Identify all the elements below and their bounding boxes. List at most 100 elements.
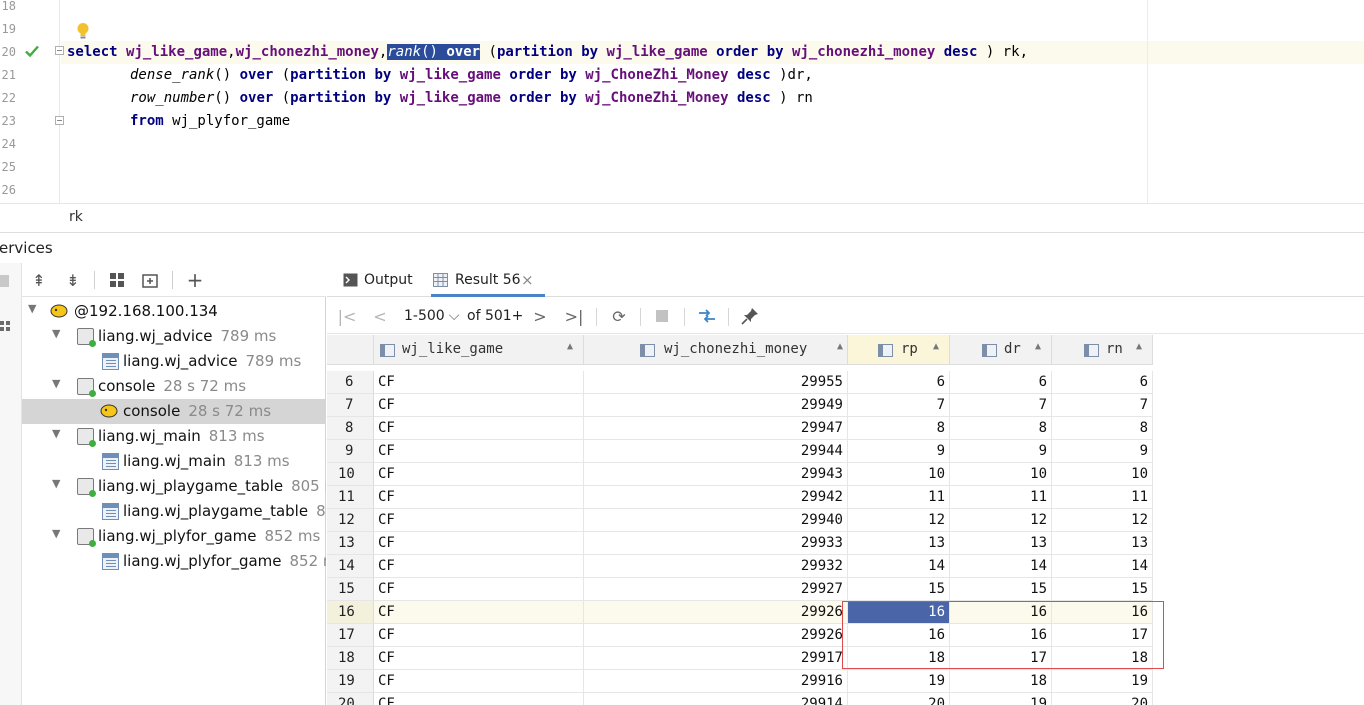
tree-node-session[interactable]: ▼ liang.wj_playgame_table805 ms: [22, 474, 326, 499]
table-cell[interactable]: CF: [374, 509, 584, 532]
row-number-cell[interactable]: 9: [327, 440, 374, 463]
row-number-cell[interactable]: 20: [327, 693, 374, 705]
table-cell[interactable]: 15: [1052, 578, 1153, 601]
table-cell[interactable]: 8: [848, 417, 950, 440]
table-cell[interactable]: 9: [848, 440, 950, 463]
table-cell[interactable]: 29942: [584, 486, 848, 509]
row-number-cell[interactable]: 18: [327, 647, 374, 670]
chevron-down-icon[interactable]: ▼: [52, 327, 60, 340]
table-cell[interactable]: 15: [848, 578, 950, 601]
chevron-down-icon[interactable]: ▼: [52, 477, 60, 490]
sort-icon[interactable]: ▲: [837, 341, 843, 352]
table-cell[interactable]: 29916: [584, 670, 848, 693]
collapse-all-icon[interactable]: ⇟: [62, 269, 84, 291]
table-cell[interactable]: CF: [374, 693, 584, 705]
lightbulb-icon[interactable]: [76, 22, 90, 40]
column-header-wj-chonezhi-money[interactable]: wj_chonezhi_money ▲: [584, 335, 848, 365]
tree-node-table[interactable]: liang.wj_main 813 ms: [22, 449, 326, 474]
tab-output[interactable]: Output: [341, 263, 425, 297]
row-number-cell[interactable]: 10: [327, 463, 374, 486]
code-line-21[interactable]: dense_rank() over (partition by wj_like_…: [130, 64, 813, 87]
table-cell[interactable]: 19: [950, 693, 1052, 705]
table-cell[interactable]: 7: [950, 394, 1052, 417]
row-number-cell[interactable]: 14: [327, 555, 374, 578]
tree-node-session[interactable]: ▼ console 28 s 72 ms: [22, 374, 326, 399]
table-cell[interactable]: 13: [950, 532, 1052, 555]
tree-node-session[interactable]: ▼ liang.wj_advice 789 ms: [22, 324, 326, 349]
table-cell[interactable]: 29927: [584, 578, 848, 601]
new-tab-icon[interactable]: [140, 269, 162, 291]
table-cell[interactable]: 14: [848, 555, 950, 578]
table-cell[interactable]: CF: [374, 670, 584, 693]
table-cell[interactable]: 18: [1052, 647, 1153, 670]
close-icon[interactable]: ×: [521, 271, 534, 289]
row-number-cell[interactable]: 16: [327, 601, 374, 624]
table-cell[interactable]: 29932: [584, 555, 848, 578]
table-cell[interactable]: 9: [1052, 440, 1153, 463]
stop-icon[interactable]: [0, 275, 9, 287]
table-cell[interactable]: 10: [848, 463, 950, 486]
table-cell[interactable]: CF: [374, 647, 584, 670]
table-cell[interactable]: 29943: [584, 463, 848, 486]
table-cell[interactable]: 9: [950, 440, 1052, 463]
table-cell[interactable]: 11: [848, 486, 950, 509]
breadcrumb[interactable]: rk: [0, 203, 1364, 231]
row-number-cell[interactable]: 7: [327, 394, 374, 417]
row-number-cell[interactable]: 17: [327, 624, 374, 647]
pin-icon[interactable]: [739, 305, 761, 327]
table-cell[interactable]: 19: [848, 670, 950, 693]
sort-icon[interactable]: ▲: [1136, 341, 1142, 352]
table-cell[interactable]: CF: [374, 417, 584, 440]
row-number-cell[interactable]: 12: [327, 509, 374, 532]
row-number-cell[interactable]: 13: [327, 532, 374, 555]
expand-all-icon[interactable]: ⇞: [28, 269, 50, 291]
row-number-cell[interactable]: 6: [327, 371, 374, 394]
row-number-cell[interactable]: 8: [327, 417, 374, 440]
fold-marker-icon[interactable]: [55, 46, 64, 55]
sort-icon[interactable]: ▲: [933, 341, 939, 352]
tab-result[interactable]: Result 56 ×: [431, 263, 545, 297]
table-cell[interactable]: 18: [950, 670, 1052, 693]
table-cell[interactable]: 6: [1052, 371, 1153, 394]
table-cell[interactable]: 29926: [584, 601, 848, 624]
table-cell[interactable]: 29947: [584, 417, 848, 440]
table-cell[interactable]: CF: [374, 624, 584, 647]
last-page-icon[interactable]: >|: [563, 305, 585, 327]
table-cell[interactable]: CF: [374, 440, 584, 463]
table-cell[interactable]: 16: [848, 601, 950, 624]
row-number-cell[interactable]: 19: [327, 670, 374, 693]
table-cell[interactable]: 16: [950, 624, 1052, 647]
column-header-wj-like-game[interactable]: wj_like_game ▲: [374, 335, 584, 365]
tree-node-table[interactable]: liang.wj_advice 789 ms: [22, 349, 326, 374]
table-cell[interactable]: 6: [848, 371, 950, 394]
stop-icon[interactable]: [651, 305, 673, 327]
sort-icon[interactable]: ▲: [1035, 341, 1041, 352]
table-cell[interactable]: 29944: [584, 440, 848, 463]
table-cell[interactable]: 29955: [584, 371, 848, 394]
layout-icon[interactable]: [0, 321, 11, 332]
code-line-22[interactable]: row_number() over (partition by wj_like_…: [130, 87, 813, 110]
table-cell[interactable]: 12: [1052, 509, 1153, 532]
table-cell[interactable]: 14: [1052, 555, 1153, 578]
table-cell[interactable]: 16: [1052, 601, 1153, 624]
chevron-down-icon[interactable]: ▼: [52, 427, 60, 440]
chevron-down-icon[interactable]: ▼: [28, 302, 36, 315]
table-cell[interactable]: 29940: [584, 509, 848, 532]
table-cell[interactable]: CF: [374, 394, 584, 417]
column-header-rn[interactable]: rn ▲: [1052, 335, 1153, 365]
code-line-23[interactable]: from wj_plyfor_game: [130, 110, 290, 133]
table-cell[interactable]: CF: [374, 555, 584, 578]
table-cell[interactable]: 12: [848, 509, 950, 532]
chevron-down-icon[interactable]: ▼: [52, 527, 60, 540]
row-number-cell[interactable]: 11: [327, 486, 374, 509]
table-cell[interactable]: 29933: [584, 532, 848, 555]
chevron-down-icon[interactable]: ▼: [52, 377, 60, 390]
table-cell[interactable]: 29949: [584, 394, 848, 417]
sort-icon[interactable]: ▲: [567, 341, 573, 352]
table-cell[interactable]: 15: [950, 578, 1052, 601]
table-cell[interactable]: 29917: [584, 647, 848, 670]
fold-marker-icon[interactable]: [55, 116, 64, 125]
table-cell[interactable]: 12: [950, 509, 1052, 532]
result-grid[interactable]: wj_like_game ▲ wj_chonezhi_money ▲ rp ▲ …: [327, 335, 1153, 705]
tree-node-table[interactable]: liang.wj_playgame_table805 ms: [22, 499, 326, 524]
